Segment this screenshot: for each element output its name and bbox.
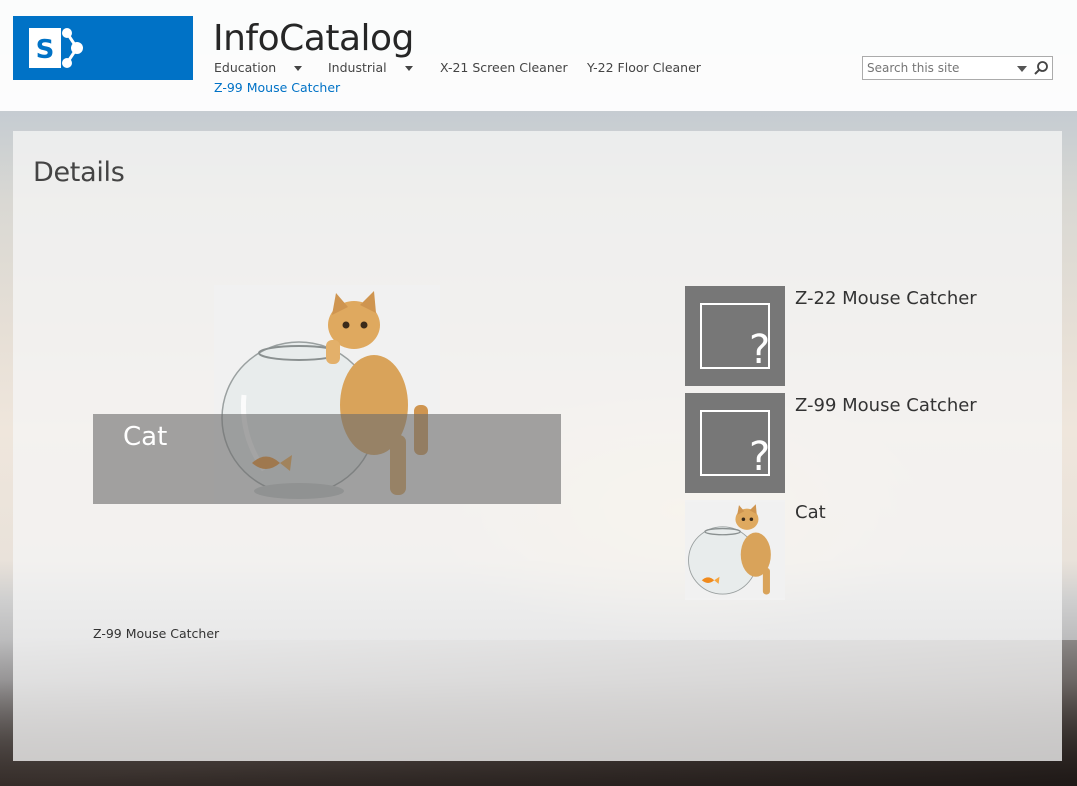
nav-item-industrial[interactable]: Industrial [328, 60, 413, 75]
svg-text:S: S [36, 35, 55, 65]
sharepoint-logo-icon: S [29, 28, 83, 68]
list-item-title[interactable]: Cat [795, 502, 826, 523]
list-item[interactable]: Cat [685, 500, 1045, 600]
nav-item-education[interactable]: Education [214, 60, 303, 75]
site-title[interactable]: InfoCatalog [213, 18, 414, 59]
nav-item-label: Education [214, 60, 277, 75]
chevron-down-icon[interactable] [294, 66, 303, 71]
cat-fishbowl-thumbnail [685, 501, 785, 599]
search-scope-dropdown-icon[interactable] [1017, 66, 1027, 72]
item-name-text: Z-99 Mouse Catcher [93, 626, 220, 641]
question-mark-glyph: ? [749, 434, 771, 480]
placeholder-image-icon[interactable]: ? [685, 393, 785, 493]
hero-caption-text: Cat [123, 422, 168, 452]
suite-header: S InfoCatalog Education Industrial X-21 … [0, 0, 1077, 111]
search-input[interactable] [867, 59, 1007, 77]
placeholder-image-icon[interactable]: ? [685, 286, 785, 386]
nav-item-current[interactable]: Z-99 Mouse Catcher [214, 80, 340, 95]
nav-item-y22-floor-cleaner[interactable]: Y-22 Floor Cleaner [587, 60, 701, 75]
sharepoint-logo[interactable]: S [13, 16, 193, 80]
page-title: Details [33, 157, 125, 188]
hero-caption-overlay[interactable]: Cat [93, 414, 561, 504]
list-item-title[interactable]: Z-99 Mouse Catcher [795, 395, 977, 416]
chevron-down-icon[interactable] [404, 66, 413, 71]
list-item[interactable]: ? Z-99 Mouse Catcher [685, 393, 1045, 493]
list-item[interactable]: ? Z-22 Mouse Catcher [685, 286, 1045, 386]
list-item-title[interactable]: Z-22 Mouse Catcher [795, 288, 977, 309]
nav-item-x21-screen-cleaner[interactable]: X-21 Screen Cleaner [440, 60, 568, 75]
magnifier-icon[interactable] [1033, 60, 1049, 76]
search-box [862, 56, 1053, 80]
content-panel: Details Cat Z-99 Mouse Catcher ? Z-22 Mo… [13, 131, 1062, 761]
cat-thumbnail-image[interactable] [685, 500, 785, 600]
nav-item-label: Industrial [328, 60, 387, 75]
question-mark-glyph: ? [749, 327, 771, 373]
